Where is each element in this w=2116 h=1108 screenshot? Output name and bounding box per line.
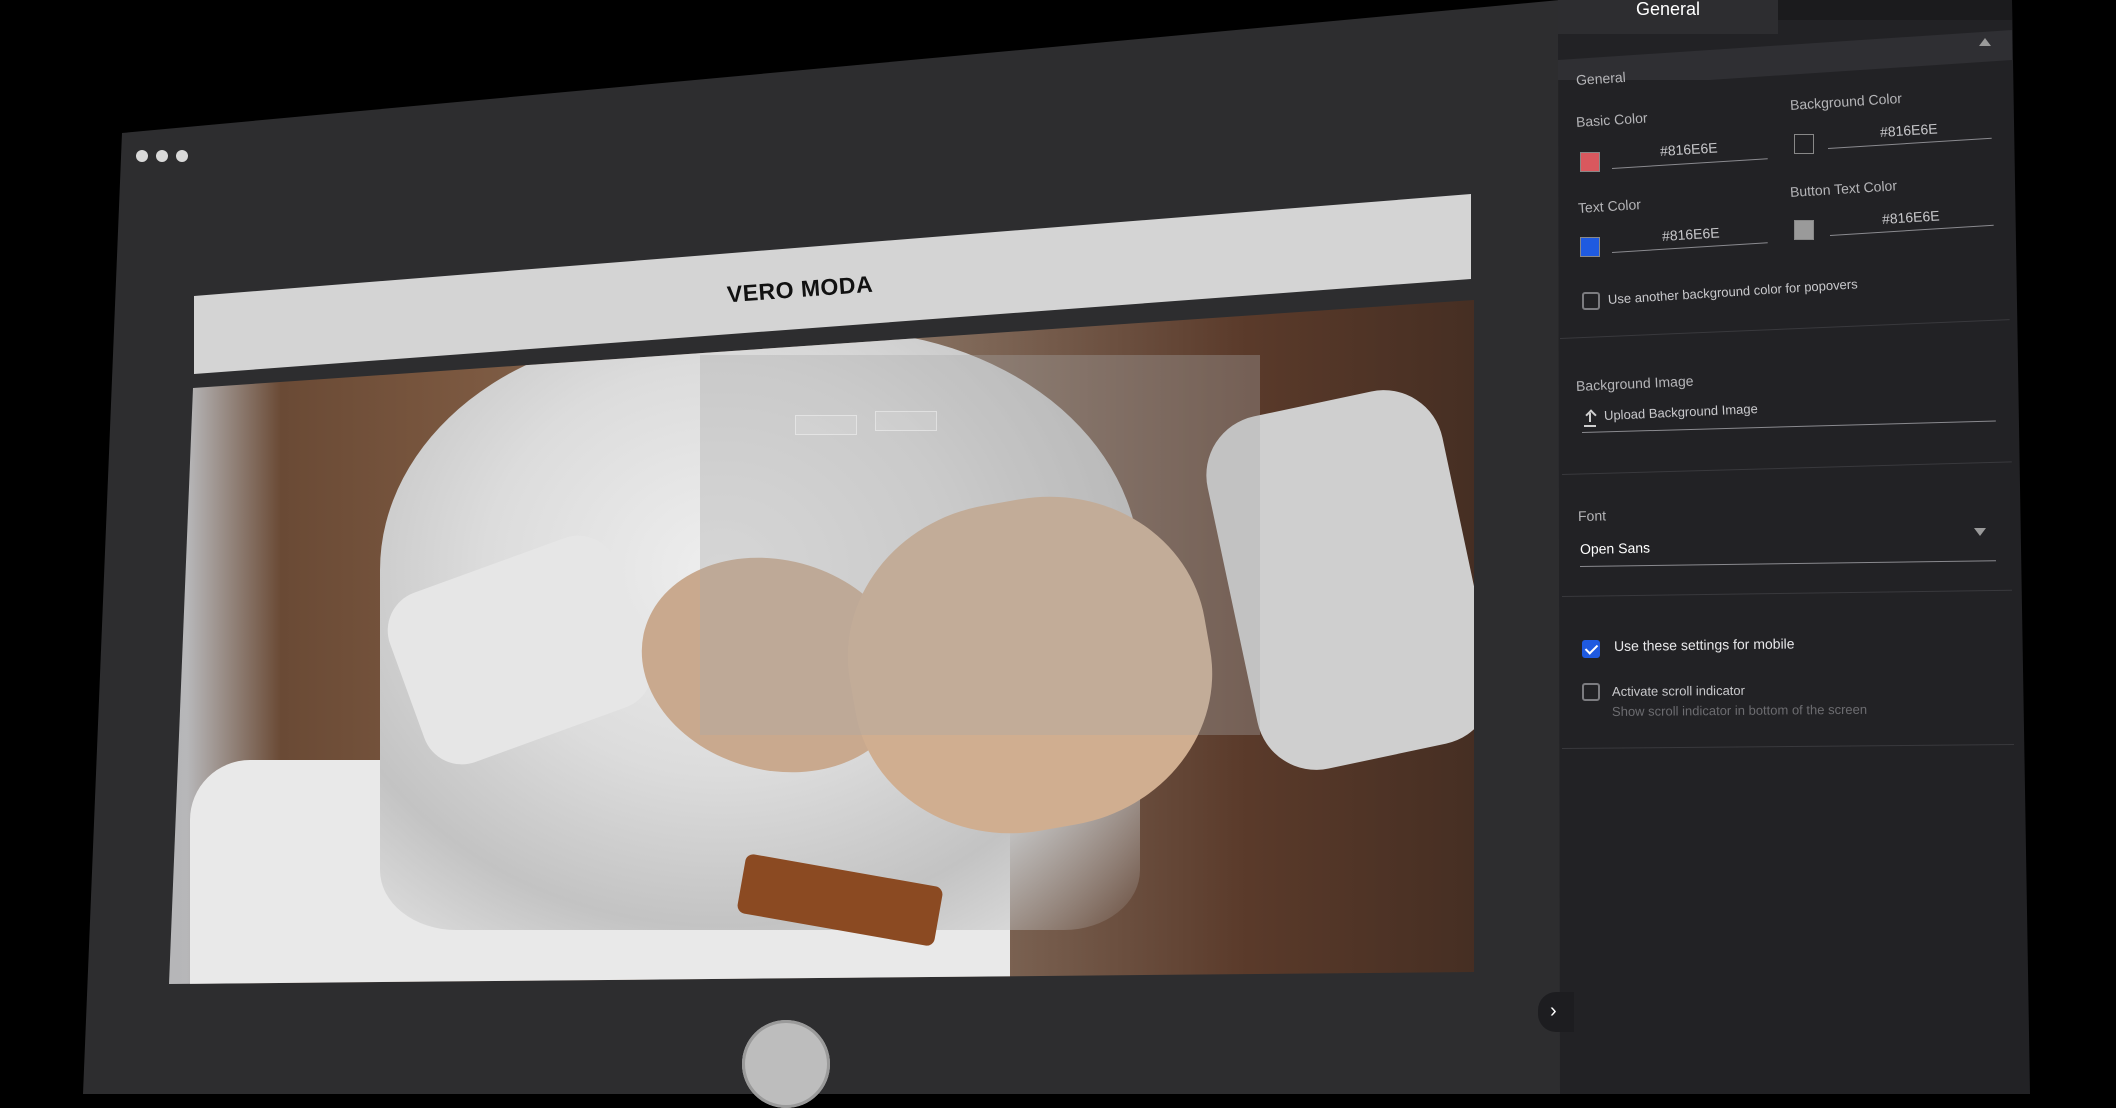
- panel-tabs: General: [1558, 0, 2012, 36]
- window-dot: [136, 150, 148, 162]
- chevron-right-icon: ›: [1550, 1000, 1557, 1022]
- tab-general[interactable]: General: [1558, 0, 1778, 34]
- collapse-chevron-icon[interactable]: [1979, 38, 1991, 46]
- expand-panel-button[interactable]: ›: [1538, 992, 1574, 1032]
- scroll-indicator-label: Activate scroll indicator: [1611, 682, 1746, 699]
- basic-color-swatch[interactable]: [1580, 152, 1600, 172]
- font-select-value[interactable]: Open Sans: [1580, 540, 1650, 557]
- scroll-indicator-checkbox[interactable]: [1582, 683, 1600, 701]
- popover-bg-checkbox[interactable]: [1582, 292, 1600, 310]
- upload-icon[interactable]: [1584, 411, 1596, 425]
- window-dot: [176, 150, 188, 162]
- record-button[interactable]: [742, 1020, 830, 1108]
- button-text-color-swatch[interactable]: [1794, 220, 1814, 240]
- app-stage: VERO MODA General General Basic Color #8…: [0, 0, 2116, 1108]
- mobile-settings-label: Use these settings for mobile: [1613, 635, 1795, 654]
- scroll-indicator-hint: Show scroll indicator in bottom of the s…: [1611, 701, 1868, 719]
- background-color-swatch[interactable]: [1794, 134, 1814, 154]
- mobile-settings-checkbox[interactable]: [1582, 640, 1600, 658]
- text-color-swatch[interactable]: [1580, 237, 1600, 257]
- upload-icon-base: [1584, 425, 1596, 427]
- tab-other[interactable]: [1778, 0, 2012, 20]
- popover-overlay: [700, 355, 1260, 735]
- font-label: Font: [1577, 507, 1607, 524]
- window-dot: [156, 150, 168, 162]
- overlay-button: [795, 415, 857, 435]
- overlay-button: [875, 411, 937, 431]
- window-dots-icon: [136, 150, 188, 162]
- section-title: General: [1575, 68, 1627, 88]
- chevron-down-icon[interactable]: [1974, 528, 1986, 536]
